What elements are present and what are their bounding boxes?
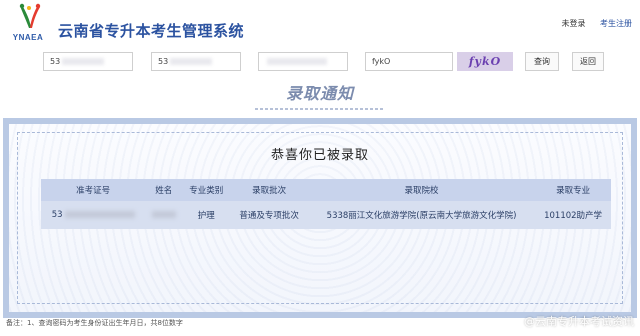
col-category: 专业类别 [182, 179, 231, 201]
password-field[interactable] [258, 52, 348, 71]
col-name: 姓名 [145, 179, 183, 201]
footer-note: 备注：1、查询密码为考生身份证出生年月日，共8位数字 [6, 319, 183, 327]
certificate-heading: 恭喜你已被录取 [270, 148, 369, 163]
admission-certificate: 恭喜你已被录取 准考证号 姓名 专业类别 录取批次 录取院校 录取专业 53 护… [3, 118, 637, 318]
id-number-field[interactable]: 53 [151, 52, 241, 71]
redacted-text [62, 58, 105, 65]
redacted-text [151, 211, 176, 218]
query-button[interactable]: 查询 [525, 52, 559, 71]
search-bar: 53 53 fykO fykO 查询 返回 [0, 52, 640, 74]
banner-underline [255, 108, 385, 110]
col-exam-number: 准考证号 [41, 179, 146, 201]
col-batch: 录取批次 [230, 179, 308, 201]
logo-text: YNAEA [12, 33, 44, 42]
exam-number-field[interactable]: 53 [43, 52, 133, 71]
table-row: 53 护理 普通及专项批次 5338丽江文化旅游学院(原云南大学旅游文化学院) … [41, 201, 611, 229]
header-links: 未登录 考生注册 [549, 18, 632, 29]
cell-exam-number: 53 [41, 201, 146, 229]
col-school: 录取院校 [307, 179, 536, 201]
page-title: 云南省专升本考生管理系统 [58, 22, 245, 40]
login-status-link[interactable]: 未登录 [561, 19, 585, 28]
admission-table: 准考证号 姓名 专业类别 录取批次 录取院校 录取专业 53 护理 普通及专项批… [41, 179, 611, 229]
admission-banner: 录取通知 [0, 80, 640, 104]
exam-number-prefix: 53 [51, 210, 63, 220]
back-button[interactable]: 返回 [572, 52, 604, 71]
redacted-text [170, 58, 213, 65]
exam-number-value: 53 [50, 57, 61, 66]
register-link[interactable]: 考生注册 [600, 19, 632, 28]
cell-batch: 普通及专项批次 [230, 201, 308, 229]
cell-major: 101102助产学 [535, 201, 611, 229]
logo: YNAEA [8, 2, 48, 46]
captcha-image[interactable]: fykO [457, 52, 513, 71]
header: YNAEA 云南省专升本考生管理系统 未登录 考生注册 [0, 0, 640, 46]
id-number-value: 53 [158, 57, 169, 66]
redacted-text [267, 58, 327, 65]
banner-text: 录取通知 [285, 84, 354, 103]
captcha-input[interactable]: fykO [365, 52, 453, 71]
logo-icon [19, 3, 41, 28]
watermark: @云南专升本考试资讯 [524, 315, 634, 328]
redacted-text [64, 211, 135, 218]
table-header-row: 准考证号 姓名 专业类别 录取批次 录取院校 录取专业 [41, 179, 611, 201]
cell-name [145, 201, 183, 229]
cell-category: 护理 [182, 201, 231, 229]
cell-school: 5338丽江文化旅游学院(原云南大学旅游文化学院) [307, 201, 536, 229]
col-major: 录取专业 [535, 179, 611, 201]
